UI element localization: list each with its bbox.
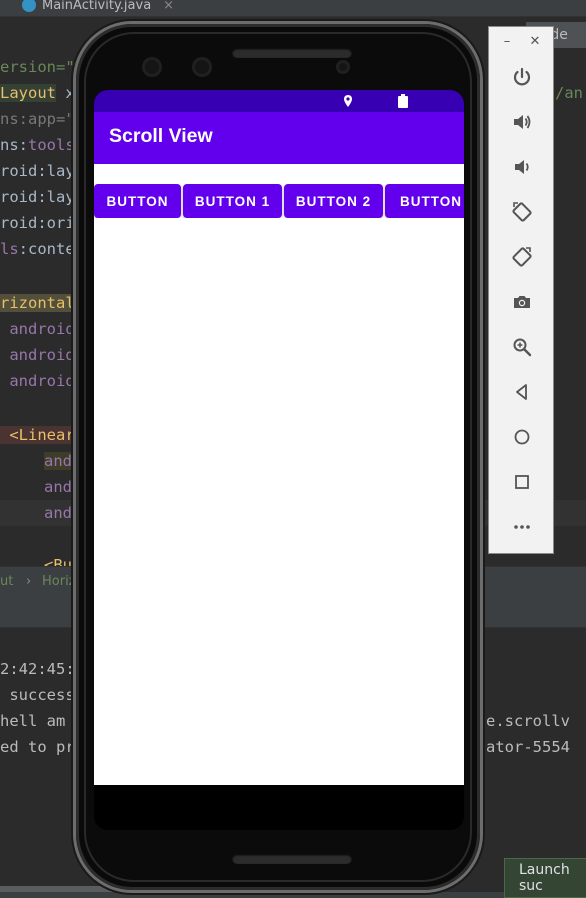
code-line-linear: <Linear <box>0 426 75 444</box>
location-icon <box>344 95 352 107</box>
rotate-right-icon[interactable] <box>502 237 542 277</box>
proximity-sensor <box>336 60 350 74</box>
overview-icon[interactable] <box>502 462 542 502</box>
zoom-icon[interactable] <box>502 327 542 367</box>
console-line-4: ed to pro <box>0 738 84 756</box>
code-line-7: roid:orie <box>0 214 84 232</box>
volume-up-icon[interactable] <box>502 102 542 142</box>
volume-down-icon[interactable] <box>502 147 542 187</box>
app-toolbar: Scroll View <box>94 112 464 164</box>
app-content: BUTTON BUTTON 1 BUTTON 2 BUTTON <box>94 164 464 785</box>
code-line-android-3: android <box>0 372 75 390</box>
code-line-and-1: and <box>44 452 72 470</box>
code-line-horizontal: rizontalS <box>0 294 84 312</box>
java-class-icon <box>22 0 36 12</box>
button-3[interactable]: BUTTON <box>385 184 464 218</box>
back-icon[interactable] <box>502 372 542 412</box>
emulator-screen[interactable]: Scroll View BUTTON BUTTON 1 BUTTON 2 BUT… <box>94 90 464 830</box>
code-line-and-2: and <box>44 478 72 496</box>
top-speaker <box>232 48 352 58</box>
launch-notification[interactable]: Launch suc <box>504 858 586 898</box>
android-navigation-bar <box>94 785 464 830</box>
power-icon[interactable] <box>502 57 542 97</box>
code-line-2-right: /an <box>555 84 583 102</box>
console-line-1: 2:42:45: <box>0 660 75 678</box>
console-line-3: hell am s <box>0 712 84 730</box>
button-2[interactable]: BUTTON 2 <box>284 184 383 218</box>
code-line-2: Layout xr <box>0 84 84 102</box>
close-icon[interactable]: ✕ <box>527 33 543 49</box>
camera-icon[interactable] <box>502 282 542 322</box>
button-1[interactable]: BUTTON 1 <box>183 184 282 218</box>
launch-notification-text: Launch suc <box>519 862 570 894</box>
emulator-toolbar: – ✕ <box>488 26 554 554</box>
code-line-8: ls:conte <box>0 240 75 258</box>
tab-main-activity[interactable]: MainActivity.java × <box>22 0 174 16</box>
code-line-1: ersion=" <box>0 58 75 76</box>
button-0[interactable]: BUTTON <box>94 184 181 218</box>
front-sensor <box>142 57 162 77</box>
code-line-4: ns:tools <box>0 136 75 154</box>
code-line-and-3: and <box>44 504 72 522</box>
rotate-left-icon[interactable] <box>502 192 542 232</box>
code-line-android-2: android <box>0 346 75 364</box>
console-line-2: success <box>0 686 75 704</box>
bottom-speaker <box>232 854 352 864</box>
battery-icon <box>398 94 408 108</box>
code-line-android-1: android <box>0 320 75 338</box>
status-bar <box>0 892 586 898</box>
home-icon[interactable] <box>502 417 542 457</box>
code-line-5: roid:layo <box>0 162 84 180</box>
horizontal-scroll-view[interactable]: BUTTON BUTTON 1 BUTTON 2 BUTTON <box>94 184 464 218</box>
breadcrumb-item-horizontal[interactable]: Horiz <box>42 574 76 589</box>
close-tab-icon[interactable]: × <box>163 0 174 13</box>
editor-tab-bar: MainActivity.java × <box>0 0 586 17</box>
android-status-bar <box>94 90 464 112</box>
app-title: Scroll View <box>109 125 213 147</box>
front-camera <box>192 57 212 77</box>
more-icon[interactable] <box>502 507 542 547</box>
minimize-icon[interactable]: – <box>499 33 515 49</box>
tab-label: MainActivity.java <box>42 0 152 13</box>
code-line-6: roid:layo <box>0 188 84 206</box>
code-line-3: ns:app=" <box>0 110 75 128</box>
breadcrumb-item-layout[interactable]: ut <box>0 574 13 589</box>
breadcrumb-separator: › <box>26 574 32 589</box>
